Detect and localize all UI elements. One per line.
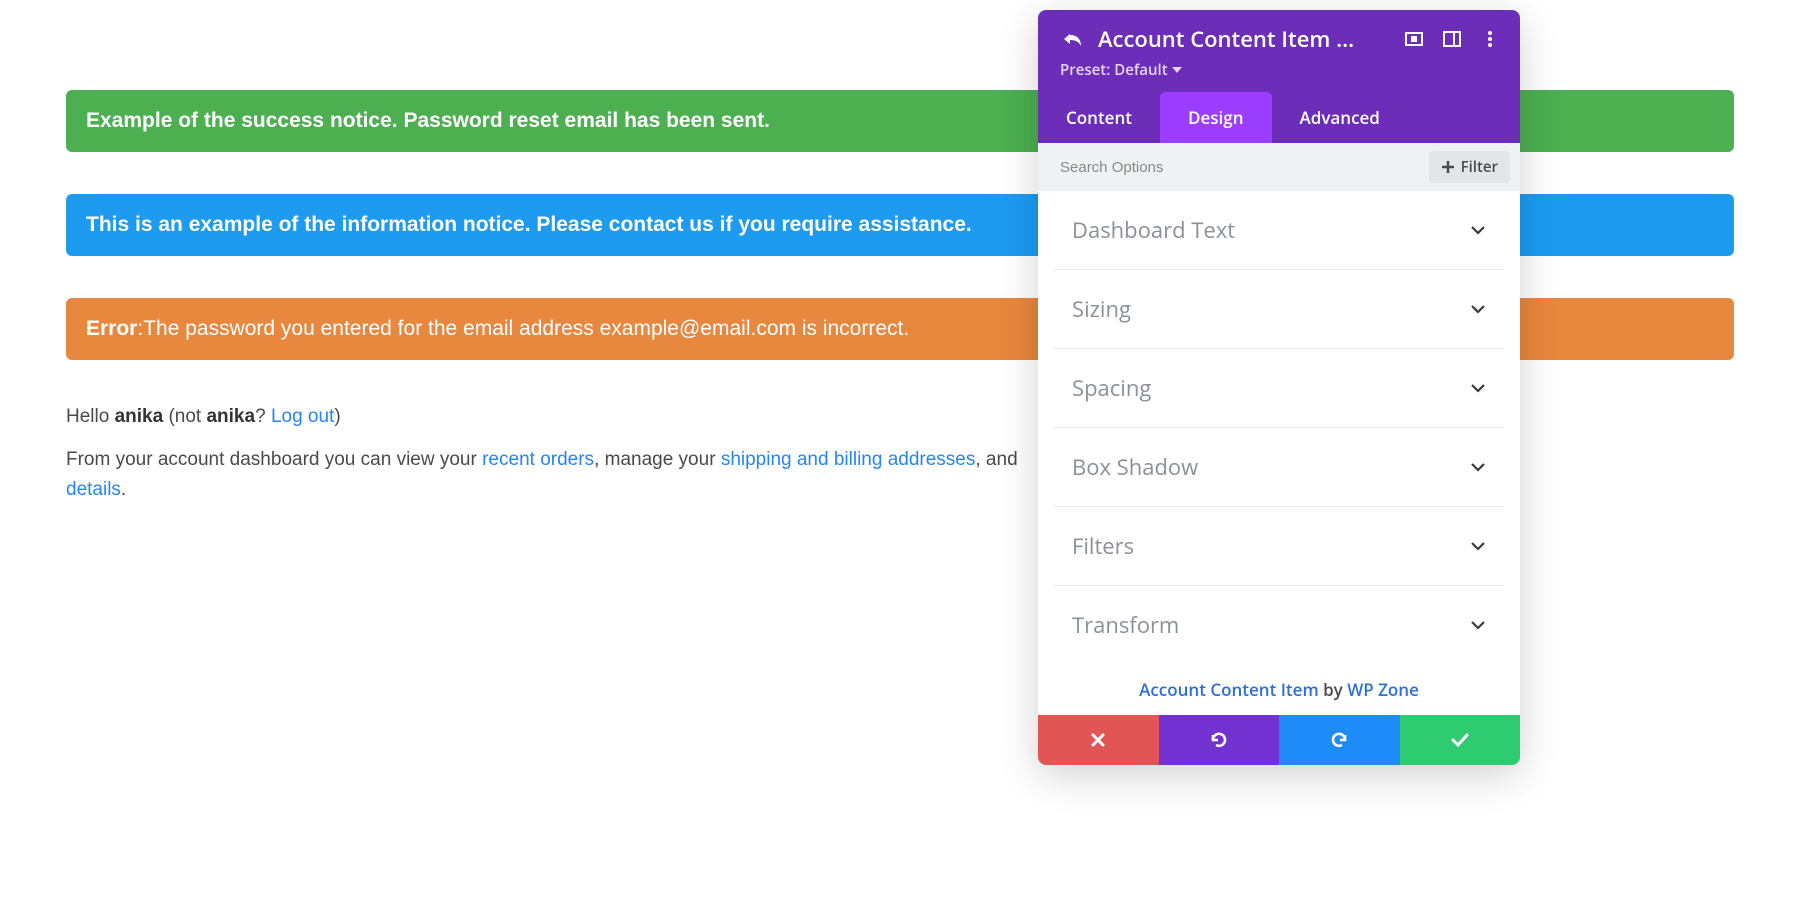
chevron-down-icon — [1470, 304, 1486, 314]
tab-design[interactable]: Design — [1160, 92, 1272, 143]
caret-down-icon — [1172, 67, 1182, 74]
panel-header: Account Content Item ... Preset: Default — [1038, 10, 1520, 92]
panel-header-top: Account Content Item ... — [1060, 24, 1502, 54]
plus-icon — [1441, 160, 1455, 174]
section-box-shadow[interactable]: Box Shadow — [1054, 428, 1504, 507]
addresses-link[interactable]: shipping and billing addresses — [721, 449, 976, 470]
section-title: Box Shadow — [1072, 452, 1198, 482]
preset-selector[interactable]: Preset: Default — [1060, 60, 1182, 80]
undo-button[interactable] — [1159, 715, 1280, 765]
search-input[interactable] — [1038, 143, 1429, 191]
redo-icon — [1329, 730, 1349, 750]
preset-label: Preset: Default — [1060, 60, 1168, 80]
greeting-hello: Hello — [66, 406, 115, 427]
more-button[interactable] — [1478, 27, 1502, 51]
dock-icon — [1443, 30, 1461, 48]
notice-error-text: :The password you entered for the email … — [137, 317, 909, 340]
expand-icon — [1405, 30, 1423, 48]
greeting-q: ? — [255, 406, 271, 427]
section-filters[interactable]: Filters — [1054, 507, 1504, 586]
chevron-down-icon — [1470, 383, 1486, 393]
save-button[interactable] — [1400, 715, 1521, 765]
section-title: Spacing — [1072, 373, 1151, 403]
kebab-icon — [1487, 30, 1493, 48]
tab-advanced[interactable]: Advanced — [1272, 92, 1408, 143]
section-title: Transform — [1072, 610, 1179, 640]
greeting-close: ) — [334, 406, 340, 427]
check-icon — [1450, 732, 1470, 748]
panel-footer-text: Account Content Item by WP Zone — [1054, 664, 1504, 715]
greeting-user: anika — [115, 406, 164, 427]
logout-link[interactable]: Log out — [271, 406, 334, 427]
undo-icon — [1209, 730, 1229, 750]
dock-button[interactable] — [1440, 27, 1464, 51]
back-arrow-icon — [1061, 30, 1083, 48]
sections-list: Dashboard Text Sizing Spacing Box Shadow… — [1038, 191, 1520, 715]
notice-success-text: Example of the success notice. Password … — [86, 109, 770, 132]
page-content: Example of the success notice. Password … — [0, 0, 1800, 504]
settings-panel: Account Content Item ... Preset: Default… — [1038, 10, 1520, 765]
module-name-link[interactable]: Account Content Item — [1139, 678, 1319, 701]
filter-label: Filter — [1461, 157, 1498, 177]
back-button[interactable] — [1060, 27, 1084, 51]
section-title: Dashboard Text — [1072, 215, 1235, 245]
redo-button[interactable] — [1279, 715, 1400, 765]
panel-actions — [1038, 715, 1520, 765]
panel-tabs: Content Design Advanced — [1038, 92, 1520, 143]
desc-period: . — [121, 479, 126, 500]
chevron-down-icon — [1470, 541, 1486, 551]
section-title: Sizing — [1072, 294, 1131, 324]
tab-content[interactable]: Content — [1038, 92, 1160, 143]
section-transform[interactable]: Transform — [1054, 586, 1504, 664]
desc-b: , manage your — [594, 449, 721, 470]
desc-a: From your account dashboard you can view… — [66, 449, 482, 470]
module-author-link[interactable]: WP Zone — [1347, 678, 1419, 701]
section-spacing[interactable]: Spacing — [1054, 349, 1504, 428]
close-icon — [1090, 732, 1106, 748]
notice-info-text: This is an example of the information no… — [86, 213, 972, 236]
section-title: Filters — [1072, 531, 1134, 561]
expand-button[interactable] — [1402, 27, 1426, 51]
footer-by: by — [1319, 678, 1348, 701]
greeting-not-user: anika — [206, 406, 255, 427]
details-link[interactable]: details — [66, 479, 121, 500]
chevron-down-icon — [1470, 462, 1486, 472]
section-dashboard-text[interactable]: Dashboard Text — [1054, 191, 1504, 270]
section-sizing[interactable]: Sizing — [1054, 270, 1504, 349]
filter-button[interactable]: Filter — [1429, 151, 1510, 183]
recent-orders-link[interactable]: recent orders — [482, 449, 594, 470]
cancel-button[interactable] — [1038, 715, 1159, 765]
search-row: Filter — [1038, 143, 1520, 191]
panel-title: Account Content Item ... — [1098, 24, 1388, 54]
notice-error-label: Error — [86, 317, 137, 340]
chevron-down-icon — [1470, 620, 1486, 630]
chevron-down-icon — [1470, 225, 1486, 235]
desc-c: , and — [975, 449, 1017, 470]
greeting-not-prefix: (not — [163, 406, 206, 427]
